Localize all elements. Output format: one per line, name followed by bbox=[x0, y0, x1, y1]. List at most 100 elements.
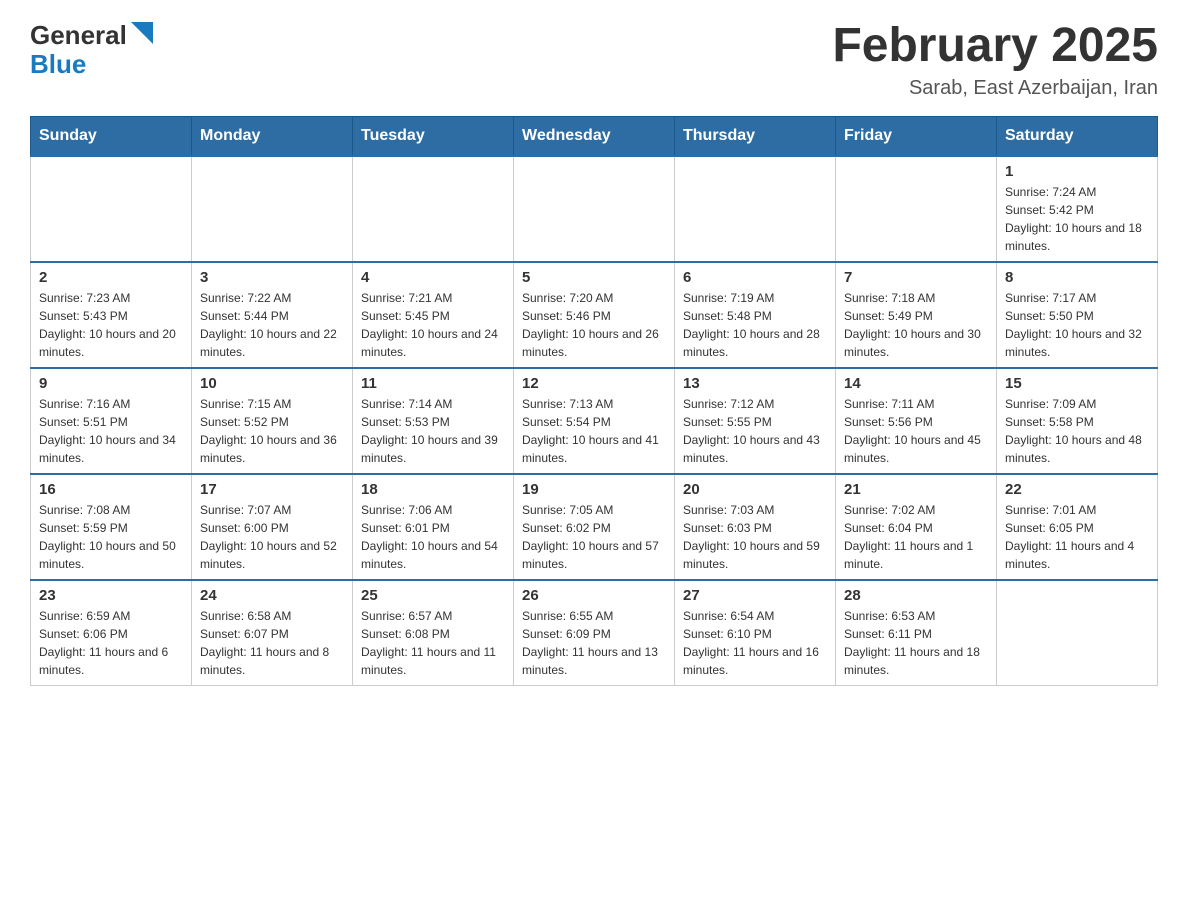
week-row-2: 9 Sunrise: 7:16 AMSunset: 5:51 PMDaylight… bbox=[31, 368, 1158, 474]
day-number: 11 bbox=[361, 375, 505, 392]
day-info: Sunrise: 7:24 AMSunset: 5:42 PMDaylight:… bbox=[1005, 183, 1149, 255]
day-info: Sunrise: 7:14 AMSunset: 5:53 PMDaylight:… bbox=[361, 395, 505, 467]
calendar-cell: 26 Sunrise: 6:55 AMSunset: 6:09 PMDayligh… bbox=[514, 580, 675, 686]
col-saturday: Saturday bbox=[997, 116, 1158, 156]
day-info: Sunrise: 7:03 AMSunset: 6:03 PMDaylight:… bbox=[683, 501, 827, 573]
day-number: 12 bbox=[522, 375, 666, 392]
day-number: 15 bbox=[1005, 375, 1149, 392]
logo-triangle-icon bbox=[131, 22, 153, 44]
calendar-cell: 8 Sunrise: 7:17 AMSunset: 5:50 PMDaylight… bbox=[997, 262, 1158, 368]
calendar-cell bbox=[997, 580, 1158, 686]
day-number: 8 bbox=[1005, 269, 1149, 286]
day-number: 7 bbox=[844, 269, 988, 286]
calendar-cell: 3Sunrise: 7:22 AMSunset: 5:44 PMDaylight… bbox=[192, 262, 353, 368]
day-number: 14 bbox=[844, 375, 988, 392]
week-row-0: 1 Sunrise: 7:24 AMSunset: 5:42 PMDaylight… bbox=[31, 156, 1158, 262]
calendar-cell bbox=[836, 156, 997, 262]
day-number: 17 bbox=[200, 481, 344, 498]
day-number: 28 bbox=[844, 587, 988, 604]
day-info: Sunrise: 7:01 AMSunset: 6:05 PMDaylight:… bbox=[1005, 501, 1149, 573]
calendar-table: Sunday Monday Tuesday Wednesday Thursday… bbox=[30, 116, 1158, 686]
location-title: Sarab, East Azerbaijan, Iran bbox=[832, 77, 1158, 100]
week-row-1: 2 Sunrise: 7:23 AMSunset: 5:43 PMDaylight… bbox=[31, 262, 1158, 368]
day-number: 19 bbox=[522, 481, 666, 498]
logo-blue-text: Blue bbox=[30, 49, 86, 80]
calendar-cell: 7 Sunrise: 7:18 AMSunset: 5:49 PMDaylight… bbox=[836, 262, 997, 368]
day-info: Sunrise: 7:07 AMSunset: 6:00 PMDaylight:… bbox=[200, 501, 344, 573]
calendar-cell bbox=[514, 156, 675, 262]
calendar-cell: 16 Sunrise: 7:08 AMSunset: 5:59 PMDayligh… bbox=[31, 474, 192, 580]
day-info: Sunrise: 7:05 AMSunset: 6:02 PMDaylight:… bbox=[522, 501, 666, 573]
month-title: February 2025 bbox=[832, 20, 1158, 73]
day-info: Sunrise: 7:22 AMSunset: 5:44 PMDaylight:… bbox=[200, 289, 344, 361]
col-tuesday: Tuesday bbox=[353, 116, 514, 156]
day-number: 1 bbox=[1005, 163, 1149, 180]
calendar-cell: 17 Sunrise: 7:07 AMSunset: 6:00 PMDayligh… bbox=[192, 474, 353, 580]
calendar-cell: 25 Sunrise: 6:57 AMSunset: 6:08 PMDayligh… bbox=[353, 580, 514, 686]
calendar-cell: 13 Sunrise: 7:12 AMSunset: 5:55 PMDayligh… bbox=[675, 368, 836, 474]
week-row-4: 23 Sunrise: 6:59 AMSunset: 6:06 PMDayligh… bbox=[31, 580, 1158, 686]
day-info: Sunrise: 7:09 AMSunset: 5:58 PMDaylight:… bbox=[1005, 395, 1149, 467]
day-info: Sunrise: 6:58 AMSunset: 6:07 PMDaylight:… bbox=[200, 607, 344, 679]
day-info: Sunrise: 7:19 AMSunset: 5:48 PMDaylight:… bbox=[683, 289, 827, 361]
day-info: Sunrise: 7:11 AMSunset: 5:56 PMDaylight:… bbox=[844, 395, 988, 467]
day-number: 16 bbox=[39, 481, 183, 498]
day-info: Sunrise: 7:16 AMSunset: 5:51 PMDaylight:… bbox=[39, 395, 183, 467]
day-info: Sunrise: 6:59 AMSunset: 6:06 PMDaylight:… bbox=[39, 607, 183, 679]
calendar-cell: 4 Sunrise: 7:21 AMSunset: 5:45 PMDaylight… bbox=[353, 262, 514, 368]
calendar-cell: 14 Sunrise: 7:11 AMSunset: 5:56 PMDayligh… bbox=[836, 368, 997, 474]
day-number: 6 bbox=[683, 269, 827, 286]
day-info: Sunrise: 7:17 AMSunset: 5:50 PMDaylight:… bbox=[1005, 289, 1149, 361]
calendar-cell: 11 Sunrise: 7:14 AMSunset: 5:53 PMDayligh… bbox=[353, 368, 514, 474]
calendar-cell: 10 Sunrise: 7:15 AMSunset: 5:52 PMDayligh… bbox=[192, 368, 353, 474]
day-number: 22 bbox=[1005, 481, 1149, 498]
col-sunday: Sunday bbox=[31, 116, 192, 156]
title-section: February 2025 Sarab, East Azerbaijan, Ir… bbox=[832, 20, 1158, 100]
calendar-cell: 18 Sunrise: 7:06 AMSunset: 6:01 PMDayligh… bbox=[353, 474, 514, 580]
calendar-cell: 28 Sunrise: 6:53 AMSunset: 6:11 PMDayligh… bbox=[836, 580, 997, 686]
calendar-cell: 9 Sunrise: 7:16 AMSunset: 5:51 PMDaylight… bbox=[31, 368, 192, 474]
day-number: 2 bbox=[39, 269, 183, 286]
day-number: 5 bbox=[522, 269, 666, 286]
calendar-cell: 1 Sunrise: 7:24 AMSunset: 5:42 PMDaylight… bbox=[997, 156, 1158, 262]
day-number: 4 bbox=[361, 269, 505, 286]
calendar-header-row: Sunday Monday Tuesday Wednesday Thursday… bbox=[31, 116, 1158, 156]
day-info: Sunrise: 7:13 AMSunset: 5:54 PMDaylight:… bbox=[522, 395, 666, 467]
day-number: 13 bbox=[683, 375, 827, 392]
day-number: 25 bbox=[361, 587, 505, 604]
calendar-cell bbox=[31, 156, 192, 262]
calendar-cell: 19 Sunrise: 7:05 AMSunset: 6:02 PMDayligh… bbox=[514, 474, 675, 580]
day-info: Sunrise: 7:06 AMSunset: 6:01 PMDaylight:… bbox=[361, 501, 505, 573]
day-number: 18 bbox=[361, 481, 505, 498]
calendar-cell: 20 Sunrise: 7:03 AMSunset: 6:03 PMDayligh… bbox=[675, 474, 836, 580]
calendar-cell: 15 Sunrise: 7:09 AMSunset: 5:58 PMDayligh… bbox=[997, 368, 1158, 474]
day-info: Sunrise: 7:12 AMSunset: 5:55 PMDaylight:… bbox=[683, 395, 827, 467]
day-info: Sunrise: 7:18 AMSunset: 5:49 PMDaylight:… bbox=[844, 289, 988, 361]
calendar-cell: 23 Sunrise: 6:59 AMSunset: 6:06 PMDayligh… bbox=[31, 580, 192, 686]
calendar-cell: 2 Sunrise: 7:23 AMSunset: 5:43 PMDaylight… bbox=[31, 262, 192, 368]
day-number: 10 bbox=[200, 375, 344, 392]
logo: General Blue bbox=[30, 20, 153, 80]
day-info: Sunrise: 6:55 AMSunset: 6:09 PMDaylight:… bbox=[522, 607, 666, 679]
calendar-cell: 5Sunrise: 7:20 AMSunset: 5:46 PMDaylight… bbox=[514, 262, 675, 368]
col-monday: Monday bbox=[192, 116, 353, 156]
day-number: 23 bbox=[39, 587, 183, 604]
day-info: Sunrise: 7:21 AMSunset: 5:45 PMDaylight:… bbox=[361, 289, 505, 361]
day-info: Sunrise: 7:02 AMSunset: 6:04 PMDaylight:… bbox=[844, 501, 988, 573]
day-info: Sunrise: 6:57 AMSunset: 6:08 PMDaylight:… bbox=[361, 607, 505, 679]
day-number: 24 bbox=[200, 587, 344, 604]
calendar-cell bbox=[675, 156, 836, 262]
page-header: General Blue February 2025 Sarab, East A… bbox=[30, 20, 1158, 100]
calendar-cell bbox=[353, 156, 514, 262]
day-info: Sunrise: 7:15 AMSunset: 5:52 PMDaylight:… bbox=[200, 395, 344, 467]
day-info: Sunrise: 7:23 AMSunset: 5:43 PMDaylight:… bbox=[39, 289, 183, 361]
day-number: 26 bbox=[522, 587, 666, 604]
calendar-cell: 22 Sunrise: 7:01 AMSunset: 6:05 PMDayligh… bbox=[997, 474, 1158, 580]
day-number: 27 bbox=[683, 587, 827, 604]
day-info: Sunrise: 7:08 AMSunset: 5:59 PMDaylight:… bbox=[39, 501, 183, 573]
day-number: 9 bbox=[39, 375, 183, 392]
day-info: Sunrise: 6:53 AMSunset: 6:11 PMDaylight:… bbox=[844, 607, 988, 679]
calendar-cell: 27 Sunrise: 6:54 AMSunset: 6:10 PMDayligh… bbox=[675, 580, 836, 686]
day-number: 20 bbox=[683, 481, 827, 498]
day-info: Sunrise: 6:54 AMSunset: 6:10 PMDaylight:… bbox=[683, 607, 827, 679]
